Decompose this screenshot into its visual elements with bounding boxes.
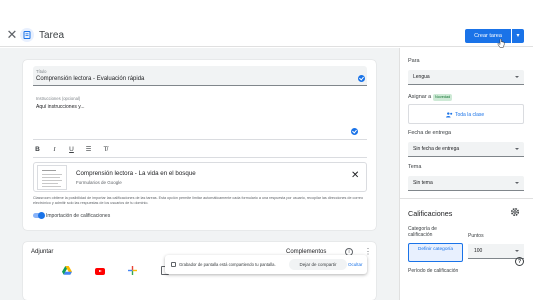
chevron-down-icon	[515, 182, 519, 184]
form-thumbnail	[37, 165, 67, 190]
gear-icon[interactable]	[510, 207, 520, 217]
topic-label: Tema	[408, 164, 422, 170]
points-label: Puntos	[468, 233, 484, 239]
grade-import-notice: Classroom obtiene la posibilidad de impo…	[33, 196, 363, 205]
help-icon[interactable]: ?	[515, 257, 524, 266]
import-grades-label: Importación de calificaciones	[46, 213, 111, 219]
title-field[interactable]: Título Comprensión lectora - Evaluación …	[33, 66, 367, 86]
grading-period-label: Período de calificación	[408, 268, 459, 274]
divider	[33, 157, 367, 158]
hide-button[interactable]: Ocultar	[348, 262, 363, 267]
bold-button[interactable]: B	[33, 145, 42, 155]
title-label: Título	[36, 69, 47, 74]
import-grades-toggle[interactable]	[33, 212, 45, 219]
grammar-check-icon	[351, 128, 358, 135]
close-icon[interactable]: ✕	[6, 28, 18, 41]
instructions-label: Instrucciones (opcional)	[36, 96, 81, 101]
remove-attachment-icon[interactable]: ✕	[351, 170, 359, 182]
class-select[interactable]: Lengua	[408, 70, 524, 85]
screen-share-bar: Grabador de pantalla está compartiendo t…	[165, 255, 367, 274]
people-icon	[446, 112, 453, 118]
due-date-select[interactable]: Sin fecha de entrega	[408, 142, 524, 157]
divider	[400, 198, 533, 199]
new-badge: Novedad	[433, 94, 453, 101]
define-category-button[interactable]: Definir categoría	[408, 243, 463, 262]
due-date-value: Sin fecha de entrega	[413, 146, 460, 152]
format-toolbar: B I U ☰ T̸	[33, 145, 110, 155]
instructions-value: Aquí instrucciones y...	[36, 104, 85, 110]
chevron-down-icon	[515, 148, 519, 150]
settings-sidebar	[400, 48, 533, 300]
instructions-field[interactable]: Instrucciones (opcional) Aquí instruccio…	[33, 93, 367, 140]
underline-button[interactable]: U	[67, 145, 76, 155]
drive-icon[interactable]	[62, 266, 72, 275]
clear-format-icon[interactable]: T̸	[101, 145, 110, 155]
italic-button[interactable]: I	[50, 145, 59, 155]
class-select-value: Lengua	[413, 74, 430, 80]
attachment-title: Comprensión lectora - La vida en el bosq…	[76, 170, 196, 177]
top-bar: ✕ Tarea Crear tarea ▾	[0, 0, 533, 48]
points-select[interactable]: 100	[468, 244, 524, 259]
grammar-check-icon	[358, 75, 365, 82]
screen-share-text: Grabador de pantalla está compartiendo t…	[179, 262, 276, 267]
create-icon[interactable]	[128, 266, 137, 275]
create-options-dropdown[interactable]: ▾	[512, 29, 524, 43]
topic-value: Sin tema	[413, 180, 433, 186]
topic-select[interactable]: Sin tema	[408, 176, 524, 191]
attachment-card[interactable]: Comprensión lectora - La vida en el bosq…	[33, 162, 367, 192]
assign-label: Asignar a	[408, 94, 432, 100]
page-title: Tarea	[39, 30, 65, 41]
stop-sharing-button[interactable]: Dejar de compartir	[289, 259, 347, 270]
list-icon[interactable]: ☰	[84, 145, 93, 155]
chevron-down-icon	[515, 76, 519, 78]
youtube-icon[interactable]	[95, 268, 105, 275]
chevron-down-icon	[515, 250, 519, 252]
assign-students-button[interactable]: Toda la clase	[408, 104, 524, 124]
all-class-label: Toda la clase	[455, 112, 485, 118]
title-value: Comprensión lectora - Evaluación rápida	[36, 76, 145, 82]
grade-category-label: Categoría de calificación	[408, 226, 437, 238]
due-label: Fecha de entrega	[408, 130, 452, 136]
attachment-subtitle: Formularios de Google	[76, 180, 122, 185]
grades-title: Calificaciones	[408, 209, 453, 218]
points-value: 100	[474, 248, 483, 254]
for-label: Para	[408, 58, 420, 64]
attach-label: Adjuntar	[31, 249, 54, 255]
assignment-icon	[20, 28, 34, 42]
screen-share-icon	[171, 262, 176, 267]
